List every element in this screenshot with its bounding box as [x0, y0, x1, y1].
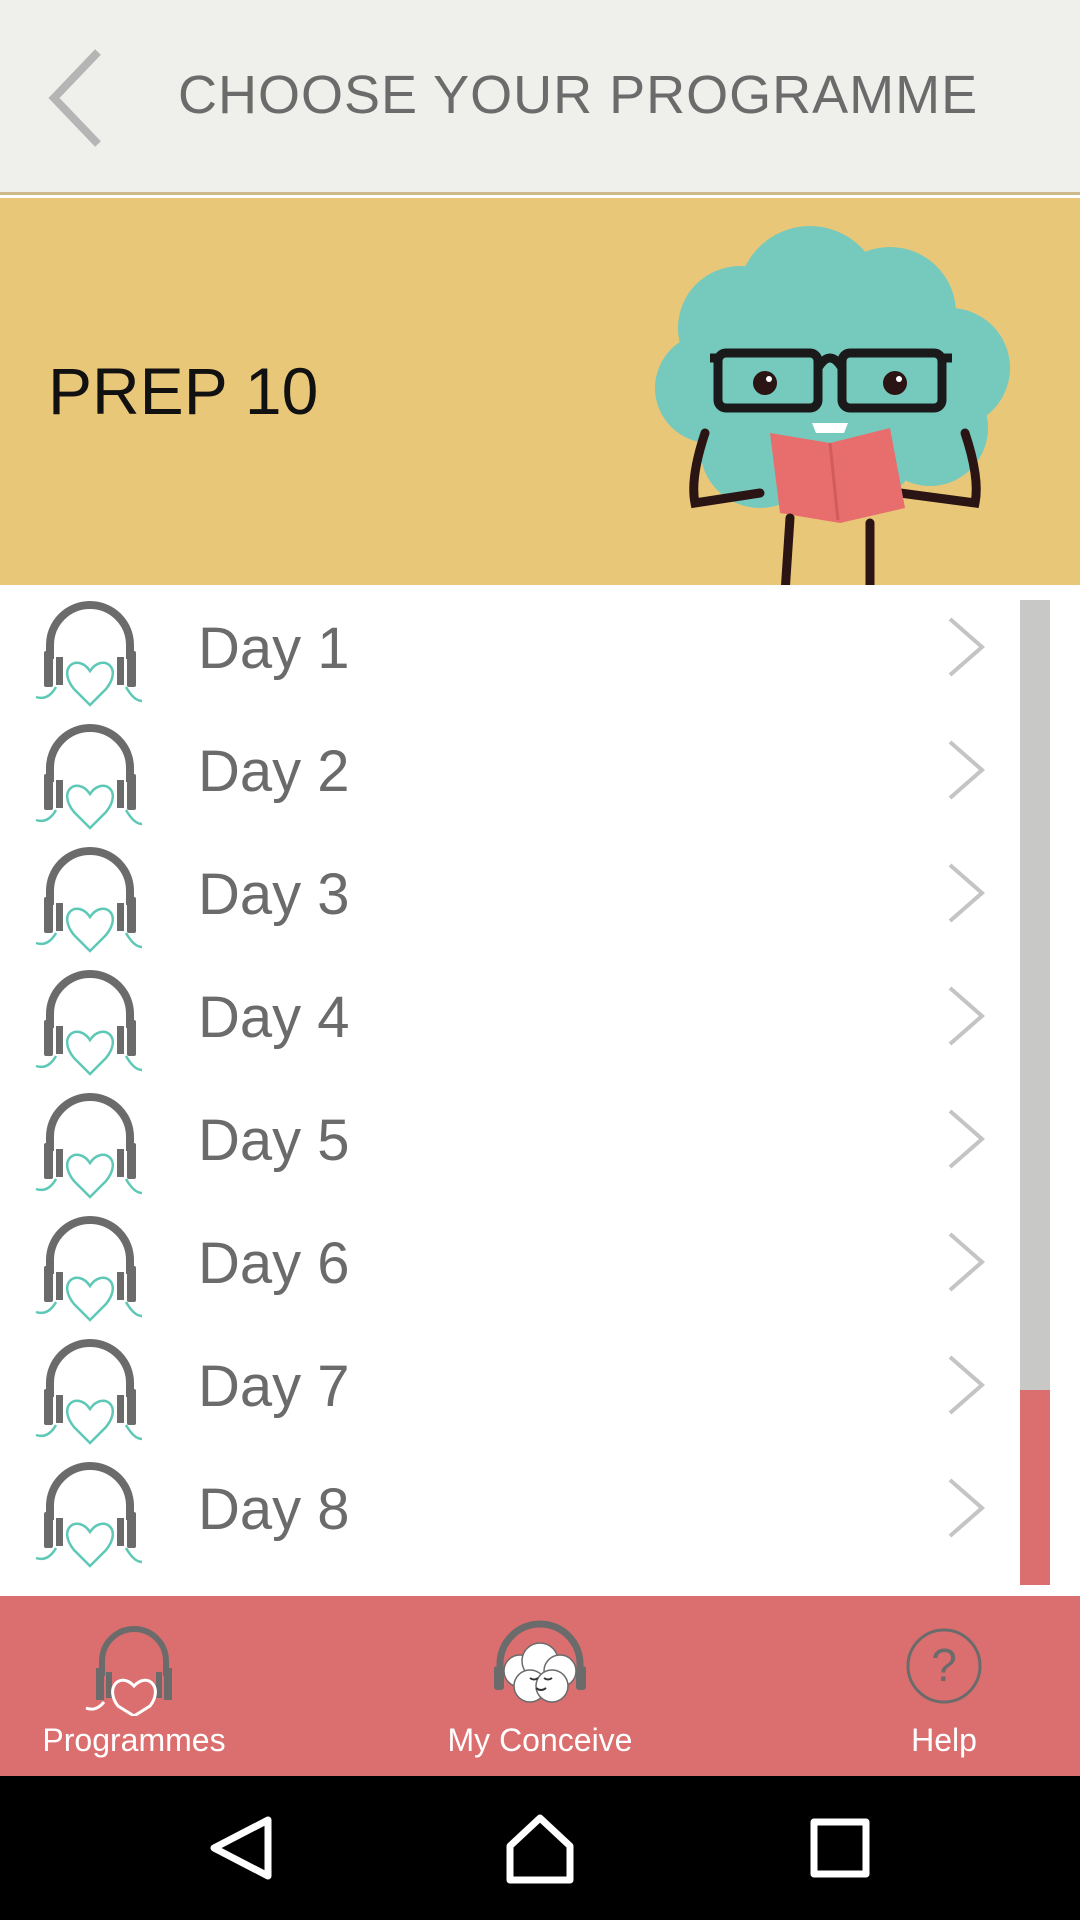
headphones-heart-icon	[85, 1626, 172, 1716]
bottom-navigation: Programmes My Conceive ? Help	[0, 1596, 1080, 1776]
headphones-heart-icon	[35, 724, 143, 830]
headphones-heart-icon	[35, 601, 143, 707]
list-item[interactable]: Day 1	[0, 585, 1010, 708]
nav-label: Help	[911, 1722, 977, 1758]
chevron-right-icon	[948, 740, 986, 800]
day-label: Day 5	[198, 1108, 350, 1173]
brain-mascot-illustration	[655, 226, 1010, 585]
page-title: CHOOSE YOUR PROGRAMME	[178, 65, 979, 125]
list-item[interactable]: Day 4	[0, 954, 1010, 1077]
programme-banner: PREP 10	[0, 198, 1080, 585]
programme-title: PREP 10	[48, 354, 319, 428]
help-circle-icon: ?	[906, 1628, 982, 1704]
chevron-right-icon	[948, 1109, 986, 1169]
nav-programmes[interactable]: Programmes	[0, 1596, 294, 1776]
day-label: Day 1	[198, 616, 350, 681]
headphones-heart-icon	[35, 970, 143, 1076]
list-item[interactable]: Day 2	[0, 708, 1010, 831]
day-list: Day 1 Day 2 Day 3 Day 4 Day 5 Day 6 Day …	[0, 585, 1080, 1596]
headphones-heart-icon	[35, 847, 143, 953]
chevron-right-icon	[948, 986, 986, 1046]
day-label: Day 3	[198, 862, 350, 927]
scrollbar-thumb[interactable]	[1020, 1390, 1050, 1585]
recents-icon[interactable]	[800, 1808, 880, 1888]
back-button[interactable]	[36, 40, 116, 155]
nav-label: Programmes	[42, 1722, 226, 1758]
headphones-heart-icon	[35, 1093, 143, 1199]
headphones-heart-icon	[35, 1462, 143, 1568]
headphones-heart-icon	[35, 1216, 143, 1322]
chevron-right-icon	[948, 1478, 986, 1538]
back-icon[interactable]	[200, 1808, 280, 1888]
list-item[interactable]: Day 3	[0, 831, 1010, 954]
app-header: CHOOSE YOUR PROGRAMME	[0, 0, 1080, 195]
chevron-left-icon	[48, 48, 101, 147]
nav-my-conceive[interactable]: My Conceive	[380, 1596, 700, 1776]
chevron-right-icon	[948, 1355, 986, 1415]
brain-headphones-icon	[494, 1620, 586, 1703]
day-label: Day 7	[198, 1354, 350, 1419]
list-item[interactable]: Day 7	[0, 1323, 1010, 1446]
day-label: Day 8	[198, 1477, 350, 1542]
chevron-right-icon	[948, 1232, 986, 1292]
nav-label: My Conceive	[447, 1722, 633, 1758]
day-label: Day 6	[198, 1231, 350, 1296]
home-icon[interactable]	[500, 1808, 580, 1888]
nav-help[interactable]: ? Help	[784, 1596, 1080, 1776]
svg-text:?: ?	[931, 1639, 957, 1691]
list-item[interactable]: Day 6	[0, 1200, 1010, 1323]
chevron-right-icon	[948, 617, 986, 677]
list-item[interactable]: Day 8	[0, 1446, 1010, 1569]
chevron-right-icon	[948, 863, 986, 923]
system-navigation-bar	[0, 1776, 1080, 1920]
day-label: Day 2	[198, 739, 350, 804]
list-item[interactable]: Day 5	[0, 1077, 1010, 1200]
scrollbar[interactable]	[1020, 600, 1050, 1585]
headphones-heart-icon	[35, 1339, 143, 1445]
day-label: Day 4	[198, 985, 350, 1050]
